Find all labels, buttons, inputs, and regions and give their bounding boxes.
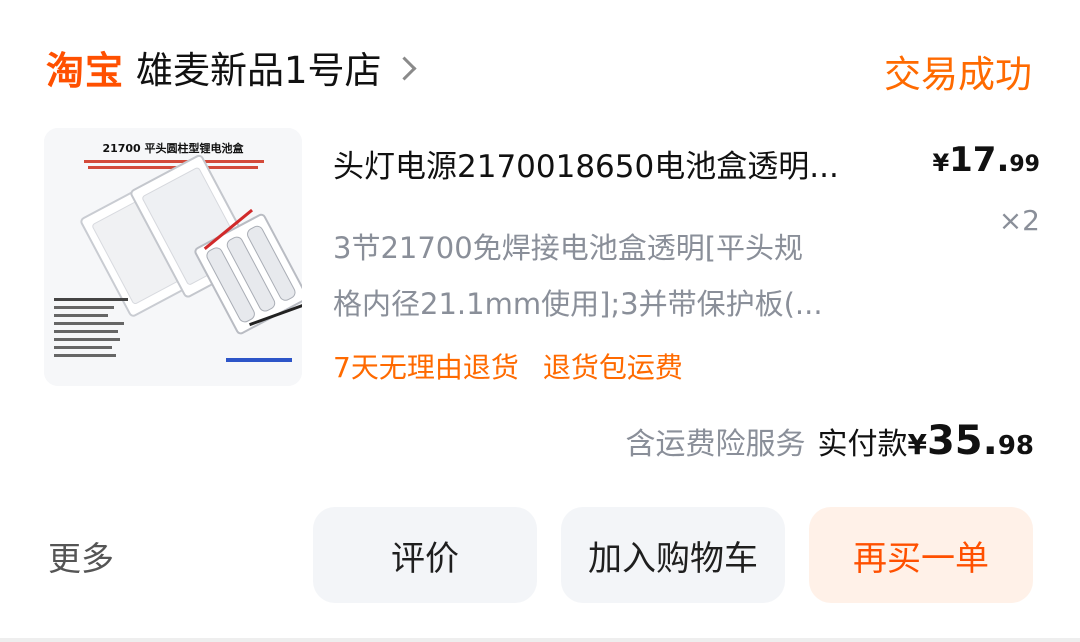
bottom-divider (0, 638, 1080, 642)
paid-amount-label: 实付款 (817, 427, 908, 462)
price-integer: 17. (949, 140, 1010, 180)
spec-line-1: 3节21700免焊接电池盒透明[平头规 (333, 231, 804, 265)
shop-name[interactable]: 雄麦新品1号店 (136, 40, 382, 94)
rebuy-button[interactable]: 再买一单 (809, 507, 1033, 603)
tag-7day-return: 7天无理由退货 (333, 351, 519, 384)
paid-decimal: 98 (997, 431, 1034, 461)
service-tags: 7天无理由退货 退货包运费 (333, 346, 683, 386)
product-image-title: 21700 平头圆柱型锂电池盒 (102, 141, 244, 155)
more-button[interactable]: 更多 (48, 532, 114, 580)
shop-header[interactable]: 淘宝 雄麦新品1号店 (46, 38, 417, 96)
chevron-right-icon[interactable] (392, 55, 417, 81)
paid-currency: ¥ (907, 428, 927, 461)
shipping-insurance-label: 含运费险服务 (625, 427, 806, 462)
total-row: 含运费险服务 实付款 ¥ 35. 98 (625, 418, 1034, 464)
battery-box-illustration: 21700 平头圆柱型锂电池盒 (44, 128, 302, 386)
taobao-logo: 淘宝 (46, 48, 125, 93)
product-title[interactable]: 头灯电源2170018650电池盒透明... (333, 145, 918, 189)
price-currency: ¥ (932, 149, 950, 177)
spec-line-2: 格内径21.1mm使用];3并带保护板(... (333, 287, 823, 321)
review-button[interactable]: 评价 (313, 507, 537, 603)
quantity: ×2 (998, 204, 1040, 237)
price-decimal: 99 (1009, 152, 1040, 177)
order-status: 交易成功 (884, 53, 1032, 96)
unit-price: ¥ 17. 99 (932, 140, 1040, 180)
product-spec[interactable]: 3节21700免焊接电池盒透明[平头规 格内径21.1mm使用];3并带保护板(… (333, 220, 918, 332)
paid-integer: 35. (926, 418, 998, 464)
add-to-cart-button[interactable]: 加入购物车 (561, 507, 785, 603)
product-image[interactable]: 21700 平头圆柱型锂电池盒 (44, 128, 302, 386)
tag-return-shipping: 退货包运费 (542, 351, 683, 384)
